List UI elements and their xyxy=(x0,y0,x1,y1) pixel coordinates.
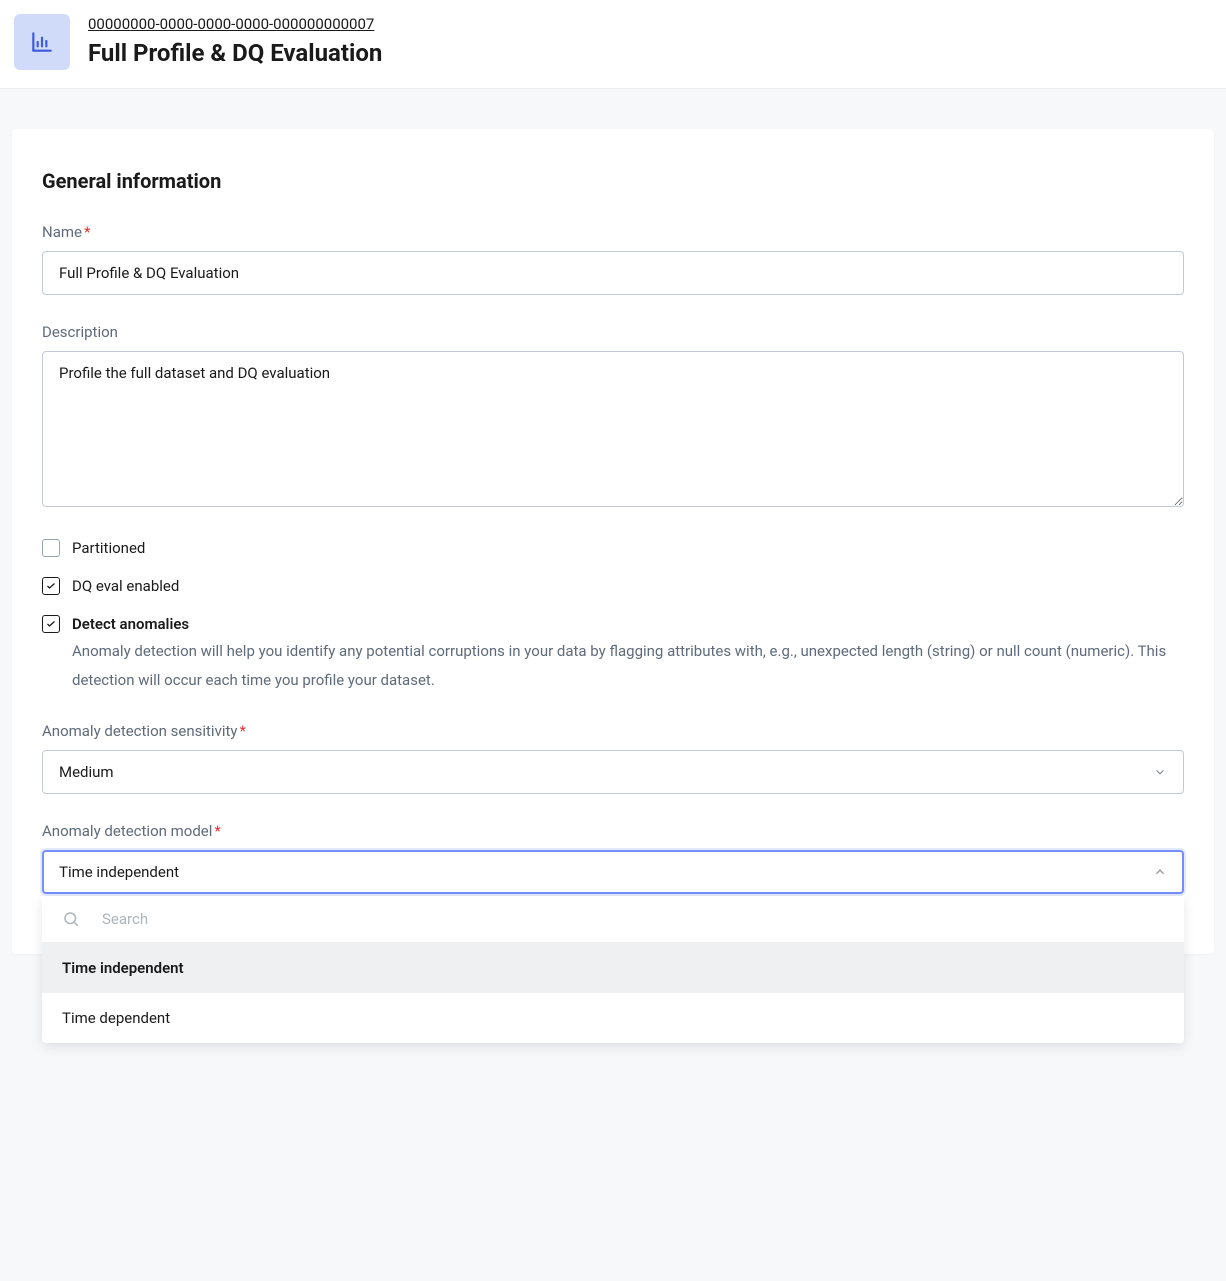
search-icon xyxy=(62,910,80,928)
partitioned-group: Partitioned xyxy=(42,539,1184,557)
description-input[interactable]: Profile the full dataset and DQ evaluati… xyxy=(42,351,1184,507)
bar-chart-icon xyxy=(29,29,55,55)
section-title: General information xyxy=(42,169,1184,193)
detect-anomalies-label: Detect anomalies xyxy=(72,615,189,633)
dropdown-search-input[interactable] xyxy=(102,910,1164,928)
chevron-up-icon xyxy=(1153,865,1167,879)
model-dropdown: Time independent Time dependent xyxy=(42,896,1184,1043)
dq-eval-checkbox[interactable] xyxy=(42,577,60,595)
dropdown-option-time-independent[interactable]: Time independent xyxy=(42,943,1184,993)
detect-anomalies-group: Detect anomalies xyxy=(42,615,1184,633)
sensitivity-group: Anomaly detection sensitivity* Medium xyxy=(42,722,1184,794)
model-select[interactable]: Time independent xyxy=(42,850,1184,894)
breadcrumb-id-link[interactable]: 00000000-0000-0000-0000-000000000007 xyxy=(88,15,374,33)
check-icon xyxy=(45,618,57,630)
dq-eval-group: DQ eval enabled xyxy=(42,577,1184,595)
sensitivity-label: Anomaly detection sensitivity* xyxy=(42,722,1184,740)
header-text: 00000000-0000-0000-0000-000000000007 Ful… xyxy=(88,14,382,67)
description-label: Description xyxy=(42,323,1184,341)
model-label: Anomaly detection model* xyxy=(42,822,1184,840)
page-header: 00000000-0000-0000-0000-000000000007 Ful… xyxy=(0,0,1226,89)
dropdown-option-time-dependent[interactable]: Time dependent xyxy=(42,993,1184,1043)
chevron-down-icon xyxy=(1153,765,1167,779)
model-group: Anomaly detection model* Time independen… xyxy=(42,822,1184,894)
chart-icon-badge xyxy=(14,14,70,70)
sensitivity-select-wrapper: Medium xyxy=(42,750,1184,794)
detect-anomalies-help: Anomaly detection will help you identify… xyxy=(72,637,1184,694)
name-group: Name* xyxy=(42,223,1184,295)
check-icon xyxy=(45,580,57,592)
description-group: Description Profile the full dataset and… xyxy=(42,323,1184,511)
partitioned-checkbox[interactable] xyxy=(42,539,60,557)
page-title: Full Profile & DQ Evaluation xyxy=(88,39,382,67)
partitioned-label: Partitioned xyxy=(72,539,145,557)
model-value: Time independent xyxy=(59,863,179,881)
sensitivity-value: Medium xyxy=(59,763,114,781)
dropdown-search-bar xyxy=(42,896,1184,943)
required-indicator: * xyxy=(214,822,220,840)
name-input[interactable] xyxy=(42,251,1184,295)
detect-anomalies-checkbox[interactable] xyxy=(42,615,60,633)
dq-eval-label: DQ eval enabled xyxy=(72,577,179,595)
general-information-card: General information Name* Description Pr… xyxy=(12,129,1214,954)
sensitivity-select[interactable]: Medium xyxy=(42,750,1184,794)
model-select-wrapper: Time independent Time independent Time d… xyxy=(42,850,1184,894)
name-label: Name* xyxy=(42,223,1184,241)
required-indicator: * xyxy=(239,722,245,740)
required-indicator: * xyxy=(84,223,90,241)
